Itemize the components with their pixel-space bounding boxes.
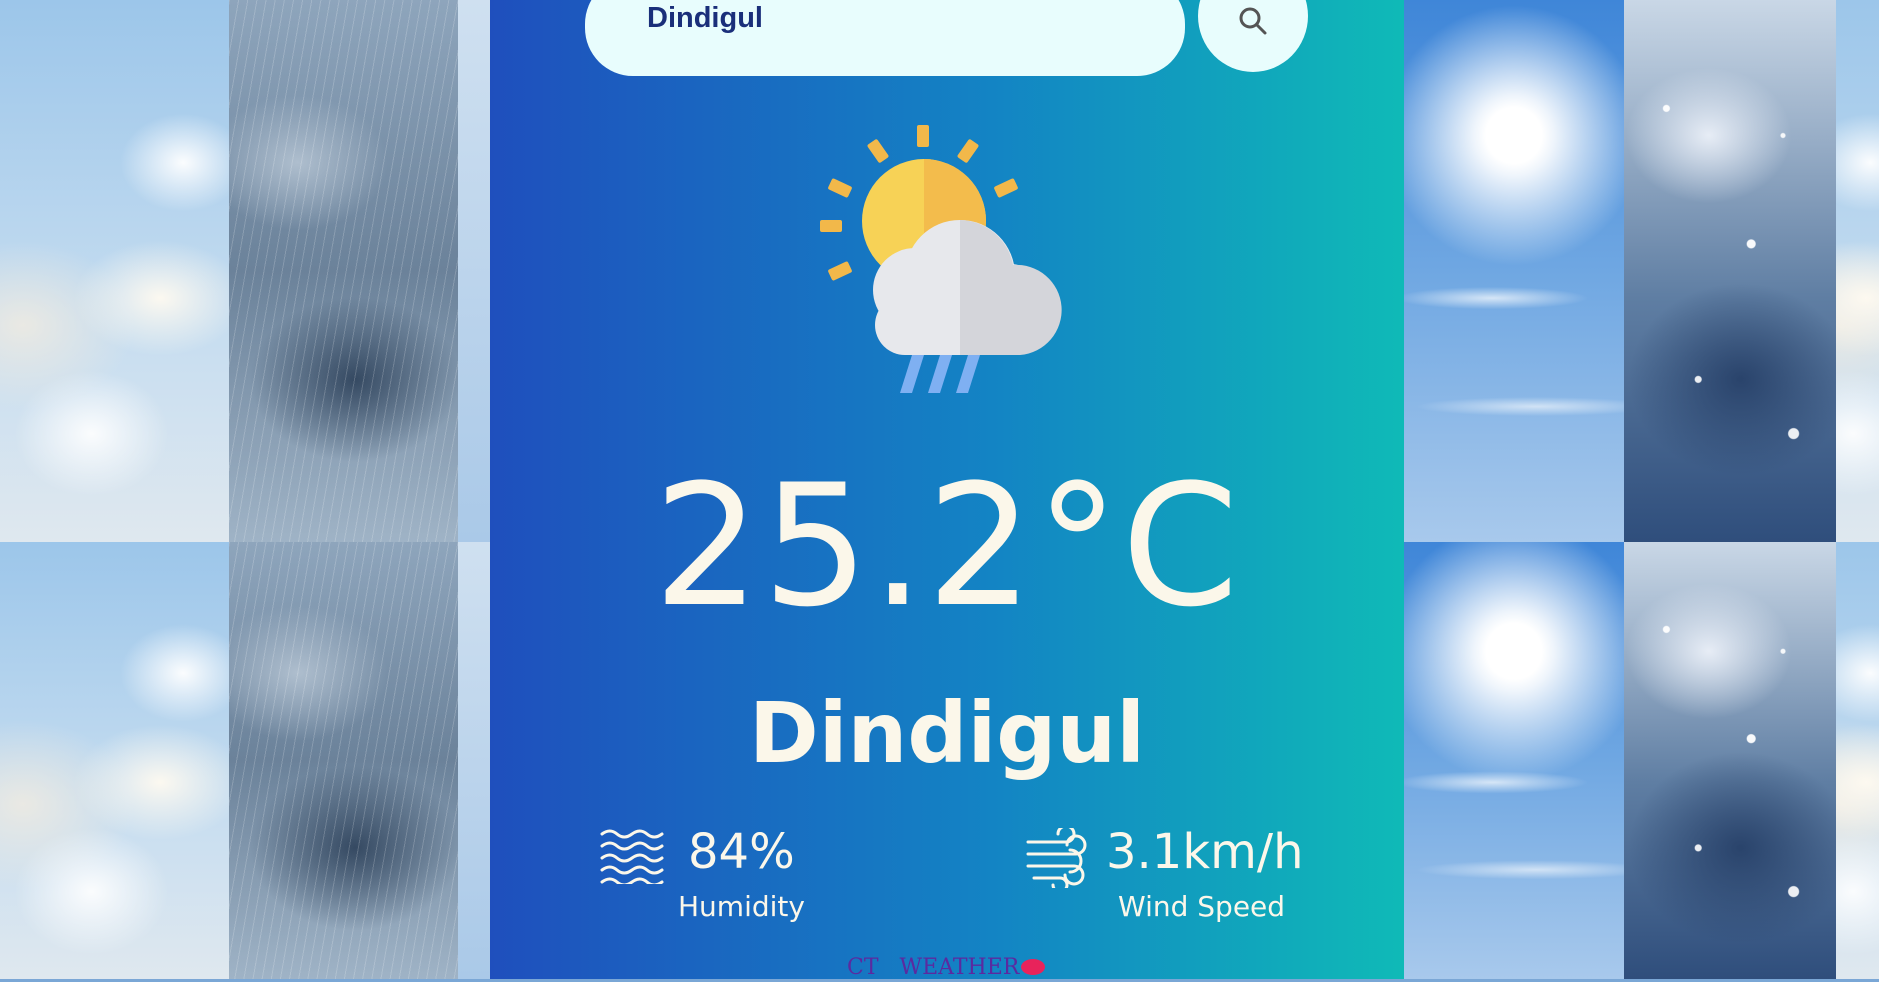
search-icon (1239, 7, 1267, 35)
wind-icon (1026, 828, 1087, 888)
bg-cloudy-sky-tile (0, 542, 229, 979)
sun-cloud-rain-icon (820, 125, 1062, 393)
bg-cloudy-sky-tile (0, 0, 229, 542)
bg-sunny-tile (1404, 0, 1624, 542)
city-search-input[interactable] (645, 2, 1129, 34)
temperature-display: 25.2°C (653, 448, 1241, 644)
footer-text: CT WEATHER (847, 955, 1020, 980)
wind-speed-value: 3.1km/h (1106, 824, 1304, 880)
weather-card: 25.2°C Dindigul 84% Humidity 3.1km/h (490, 0, 1404, 980)
bg-snow-tile (1624, 0, 1836, 542)
humidity-label: Humidity (678, 890, 805, 923)
bg-rain-tile (229, 542, 458, 979)
bg-sky-strip (458, 542, 490, 979)
bg-sunny-tile (1404, 542, 1624, 979)
search-bar (585, 0, 1185, 76)
footer-brand: CT WEATHER (847, 954, 1087, 980)
heart-icon (1021, 959, 1046, 975)
bg-snow-tile (1624, 542, 1836, 979)
wind-speed-label: Wind Speed (1118, 890, 1286, 923)
search-button[interactable] (1198, 0, 1308, 72)
city-name: Dindigul (749, 684, 1145, 782)
bg-cloudy-sky-tile (1836, 542, 1879, 979)
humidity-value: 84% (688, 824, 795, 880)
bg-sky-strip (458, 0, 490, 542)
bg-rain-tile (229, 0, 458, 542)
waves-icon (600, 829, 664, 884)
bg-cloudy-sky-tile (1836, 0, 1879, 542)
